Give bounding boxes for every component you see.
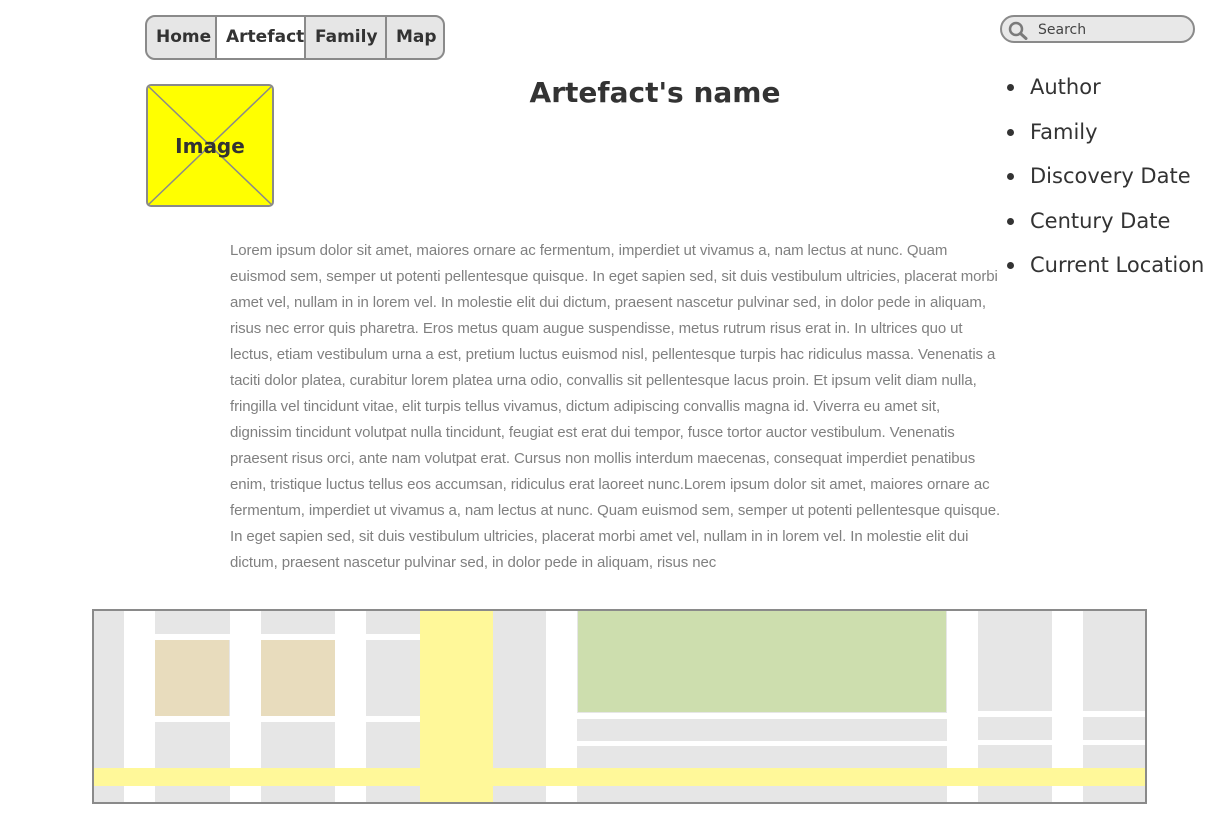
search-box xyxy=(1000,15,1195,43)
search-input[interactable] xyxy=(1038,19,1188,41)
page-title: Artefact's name xyxy=(529,76,781,109)
map-road xyxy=(978,740,1145,745)
details-list: Author Family Discovery Date Century Dat… xyxy=(1006,72,1204,295)
detail-discovery-date[interactable]: Discovery Date xyxy=(1006,161,1204,206)
location-map[interactable] xyxy=(92,609,1147,804)
map-building xyxy=(155,640,229,716)
detail-century-date[interactable]: Century Date xyxy=(1006,206,1204,251)
map-road xyxy=(155,716,420,722)
detail-family[interactable]: Family xyxy=(1006,117,1204,162)
tab-family[interactable]: Family xyxy=(306,17,387,58)
map-road xyxy=(155,634,420,640)
detail-current-location[interactable]: Current Location xyxy=(1006,250,1204,295)
map-road xyxy=(978,711,1145,717)
map-highlight-road xyxy=(94,768,1145,786)
nav-tabs: Home Artefact Family Map xyxy=(145,15,445,60)
artefact-image-placeholder: Image xyxy=(146,84,274,207)
artefact-description: Lorem ipsum dolor sit amet, maiores orna… xyxy=(230,242,1001,571)
tab-artefact[interactable]: Artefact xyxy=(217,17,306,58)
map-graphic xyxy=(94,611,1145,802)
search-icon[interactable] xyxy=(1007,20,1029,40)
map-road xyxy=(577,713,947,719)
map-road xyxy=(577,741,947,746)
image-label: Image xyxy=(175,134,245,158)
tab-home[interactable]: Home xyxy=(147,17,217,58)
map-park xyxy=(578,611,946,712)
detail-author[interactable]: Author xyxy=(1006,72,1204,117)
map-building xyxy=(261,640,335,716)
tab-map[interactable]: Map xyxy=(387,17,443,58)
